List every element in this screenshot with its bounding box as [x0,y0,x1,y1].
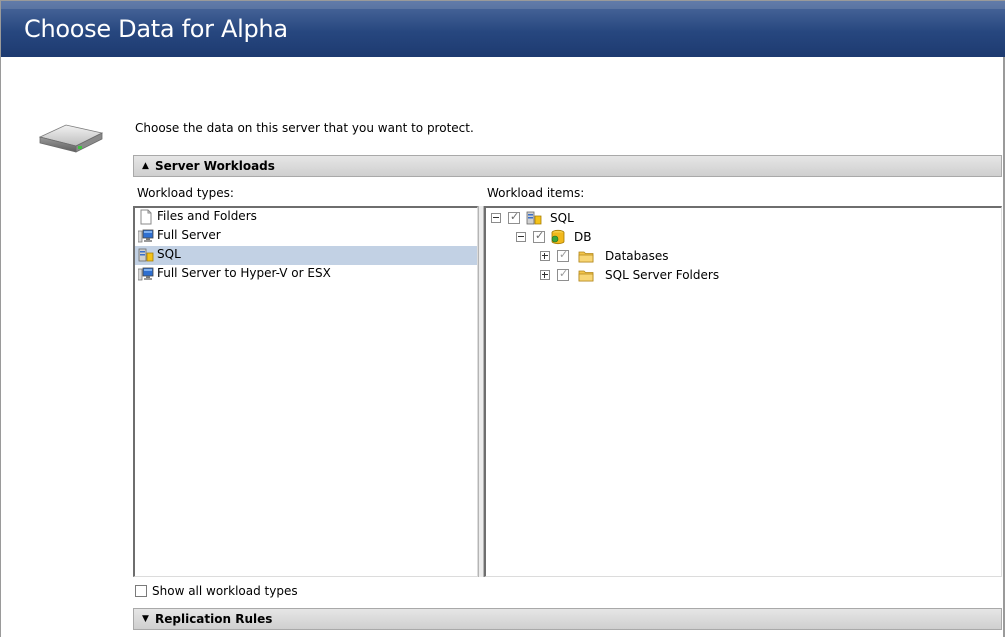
expand-arrow-icon: ▼ [142,614,149,624]
tree-checkbox[interactable]: ✓ [557,248,569,262]
list-item-label: Full Server to Hyper-V or ESX [157,266,331,280]
workload-items-label: Workload items: [487,186,585,200]
server-workloads-label: Server Workloads [155,159,275,173]
file-icon [140,209,152,225]
tree-row-databases[interactable]: ✓ Databases [486,248,996,267]
list-item-label: Files and Folders [157,209,257,223]
list-item-files-and-folders[interactable]: Files and Folders [135,208,477,227]
title-bar-shine [1,1,1005,9]
show-all-label: Show all workload types [152,584,298,598]
collapse-toggle[interactable] [491,213,501,223]
list-item-label: Full Server [157,228,221,242]
collapse-arrow-icon: ▲ [142,161,149,171]
workload-types-list[interactable]: Files and Folders Full Server SQL Full S… [133,206,478,577]
folder-icon [578,251,594,263]
intro-text: Choose the data on this server that you … [135,121,474,135]
tree-item-label: SQL Server Folders [605,268,720,282]
tree-row-sql-server-folders[interactable]: ✓ SQL Server Folders [486,267,996,286]
server-monitor-icon [138,229,154,243]
sql-server-icon [526,211,542,225]
workload-types-label: Workload types: [137,186,234,200]
hard-drive-icon [38,124,104,153]
tree-checkbox[interactable]: ✓ [508,210,520,224]
tree-item-label: SQL [550,211,574,225]
sql-server-icon [138,248,154,262]
checkbox-box[interactable] [135,585,147,597]
server-workloads-header[interactable]: ▲ Server Workloads [133,155,1002,177]
tree-row-db[interactable]: ✓ DB [486,229,996,248]
expand-toggle[interactable] [540,270,550,280]
collapse-toggle[interactable] [516,232,526,242]
tree-checkbox[interactable]: ✓ [533,229,545,243]
folder-icon [578,270,594,282]
list-item-label: SQL [157,247,181,261]
list-item-full-server-to-hyper-v-or-esx[interactable]: Full Server to Hyper-V or ESX [135,265,477,284]
tree-row-sql[interactable]: ✓ SQL [486,210,996,229]
replication-rules-label: Replication Rules [155,612,273,626]
title-bar: Choose Data for Alpha [1,1,1005,57]
server-monitor-icon [138,267,154,281]
replication-rules-header[interactable]: ▼ Replication Rules [133,608,1002,630]
database-icon [551,229,565,245]
tree-item-label: Databases [605,249,669,263]
list-item-full-server[interactable]: Full Server [135,227,477,246]
workload-items-tree[interactable]: ✓ SQL ✓ DB ✓ Databases ✓ SQL Server Fold… [484,206,1002,577]
list-item-sql[interactable]: SQL [135,246,477,265]
page-title: Choose Data for Alpha [24,15,288,43]
tree-checkbox[interactable]: ✓ [557,267,569,281]
tree-item-label: DB [574,230,592,244]
expand-toggle[interactable] [540,251,550,261]
